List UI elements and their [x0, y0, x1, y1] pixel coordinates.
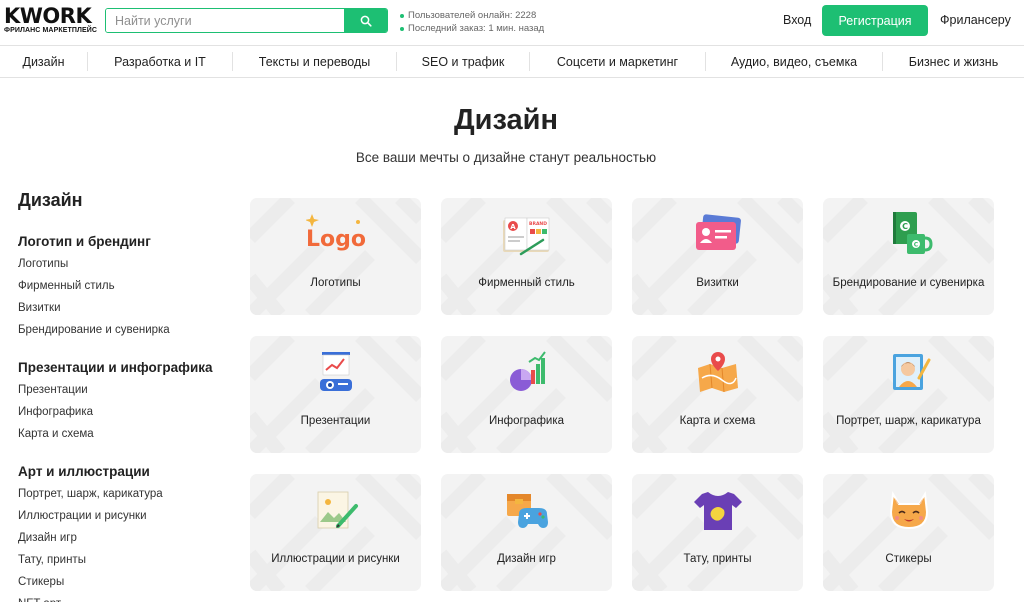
- sidebar-group-title[interactable]: Презентации и инфографика: [18, 357, 238, 379]
- sidebar-item-brand-style[interactable]: Фирменный стиль: [18, 275, 238, 297]
- nav-item-social[interactable]: Соцсети и маркетинг: [530, 52, 706, 71]
- sidebar-item-presentations[interactable]: Презентации: [18, 379, 238, 401]
- online-stats: Пользователей онлайн: 2228 Последний зак…: [400, 9, 544, 35]
- nav-item-texts[interactable]: Тексты и переводы: [233, 52, 397, 71]
- card-presentations[interactable]: Презентации: [250, 336, 421, 453]
- svg-text:C: C: [902, 222, 908, 231]
- nav-item-business[interactable]: Бизнес и жизнь: [883, 52, 1024, 71]
- search-input[interactable]: [106, 9, 344, 32]
- sidebar-item-logos[interactable]: Логотипы: [18, 253, 238, 275]
- card-label: Тату, принты: [683, 553, 752, 565]
- sidebar-item-illustrations[interactable]: Иллюстрации и рисунки: [18, 505, 238, 527]
- card-label: Брендирование и сувенирка: [832, 277, 985, 289]
- sidebar-item-tattoo-prints[interactable]: Тату, принты: [18, 549, 238, 571]
- nav-item-development[interactable]: Разработка и IT: [88, 52, 233, 71]
- card-label: Презентации: [300, 415, 371, 427]
- sidebar-group-title[interactable]: Арт и иллюстрации: [18, 461, 238, 483]
- card-label: Фирменный стиль: [478, 277, 575, 289]
- card-label: Логотипы: [310, 277, 361, 289]
- svg-text:C: C: [913, 242, 918, 249]
- svg-text:Logo: Logo: [306, 227, 366, 252]
- site-header: KWORK ФРИЛАНС МАРКЕТПЛЕЙС Пользователей …: [0, 0, 1024, 44]
- card-logos[interactable]: Logo Логотипы: [250, 198, 421, 315]
- sidebar-group-presentations: Презентации и инфографика Презентации Ин…: [18, 357, 238, 445]
- search-button[interactable]: [344, 9, 387, 32]
- card-stickers[interactable]: Стикеры: [823, 474, 994, 591]
- illustration-pencil-icon: [317, 491, 358, 529]
- card-label: Иллюстрации и рисунки: [271, 553, 400, 565]
- nav-item-audio-video[interactable]: Аудио, видео, съемка: [706, 52, 883, 71]
- business-card-icon: [695, 214, 741, 250]
- branded-notebook-mug-icon: C C: [892, 212, 933, 254]
- card-maps[interactable]: Карта и схема: [632, 336, 803, 453]
- page-subtitle: Все ваши мечты о дизайне станут реальнос…: [355, 150, 657, 165]
- logo-subtext: ФРИЛАНС МАРКЕТПЛЕЙС: [4, 27, 98, 34]
- card-tattoo-prints[interactable]: Тату, принты: [632, 474, 803, 591]
- freelancer-link[interactable]: Фрилансеру: [940, 13, 1011, 27]
- online-dot-icon: [400, 13, 404, 18]
- sidebar-item-portrait[interactable]: Портрет, шарж, карикатура: [18, 483, 238, 505]
- card-label: Дизайн игр: [497, 553, 556, 565]
- nav-item-seo[interactable]: SEO и трафик: [397, 52, 530, 71]
- users-online-text: Пользователей онлайн: 2228: [408, 10, 537, 21]
- card-infographics[interactable]: Инфографика: [441, 336, 612, 453]
- sidebar-title: Дизайн: [18, 190, 83, 210]
- card-business-cards[interactable]: Визитки: [632, 198, 803, 315]
- sidebar-group-logo-branding: Логотип и брендинг Логотипы Фирменный ст…: [18, 231, 238, 341]
- search-icon: [360, 15, 372, 27]
- card-label: Портрет, шарж, карикатура: [836, 415, 981, 427]
- page-title: Дизайн: [454, 104, 558, 136]
- last-order-text: Последний заказ: 1 мин. назад: [408, 23, 545, 34]
- card-label: Визитки: [696, 277, 739, 289]
- logo-word: KWORK: [4, 4, 92, 28]
- logo-icon: Logo: [305, 214, 366, 252]
- sidebar-item-maps[interactable]: Карта и схема: [18, 423, 238, 445]
- infographic-chart-icon: [509, 351, 546, 391]
- presentation-projector-icon: [319, 352, 352, 391]
- category-sidebar: Дизайн Логотип и брендинг Логотипы Фирме…: [18, 189, 238, 602]
- card-portrait[interactable]: Портрет, шарж, карикатура: [823, 336, 994, 453]
- sidebar-item-game-design[interactable]: Дизайн игр: [18, 527, 238, 549]
- svg-text:BRAND: BRAND: [529, 221, 547, 227]
- card-game-design[interactable]: Дизайн игр: [441, 474, 612, 591]
- card-brand-style[interactable]: A BRAND Фирменный стиль: [441, 198, 612, 315]
- portrait-frame-icon: [892, 354, 930, 390]
- sidebar-item-nft-art[interactable]: NFT арт: [18, 593, 238, 602]
- card-illustrations[interactable]: Иллюстрации и рисунки: [250, 474, 421, 591]
- sidebar-item-business-cards[interactable]: Визитки: [18, 297, 238, 319]
- card-label: Инфографика: [488, 415, 565, 427]
- tshirt-print-icon: [693, 492, 742, 530]
- category-nav: Дизайн Разработка и IT Тексты и переводы…: [0, 45, 1024, 78]
- card-label: Стикеры: [885, 553, 932, 565]
- cat-sticker-icon: [889, 490, 928, 530]
- sidebar-item-infographics[interactable]: Инфографика: [18, 401, 238, 423]
- order-dot-icon: [400, 26, 404, 31]
- search-bar: [105, 8, 388, 33]
- register-button[interactable]: Регистрация: [822, 5, 928, 36]
- sidebar-group-art: Арт и иллюстрации Портрет, шарж, карикат…: [18, 461, 238, 602]
- svg-text:A: A: [510, 223, 516, 231]
- subcategory-grid: Logo Логотипы A BRAND Фирменный стиль Ви…: [250, 198, 994, 591]
- game-gamepad-icon: [506, 494, 548, 528]
- kwork-logo[interactable]: KWORK ФРИЛАНС МАРКЕТПЛЕЙС: [4, 4, 98, 35]
- card-label: Карта и схема: [679, 415, 756, 427]
- login-link[interactable]: Вход: [783, 13, 811, 27]
- card-branding-souvenirs[interactable]: C C Брендирование и сувенирка: [823, 198, 994, 315]
- sidebar-item-stickers[interactable]: Стикеры: [18, 571, 238, 593]
- nav-item-design[interactable]: Дизайн: [0, 52, 88, 71]
- sidebar-item-branding-souvenirs[interactable]: Брендирование и сувенирка: [18, 319, 238, 341]
- brand-book-icon: A BRAND: [502, 217, 549, 256]
- sidebar-group-title[interactable]: Логотип и брендинг: [18, 231, 238, 253]
- map-pin-icon: [697, 352, 738, 393]
